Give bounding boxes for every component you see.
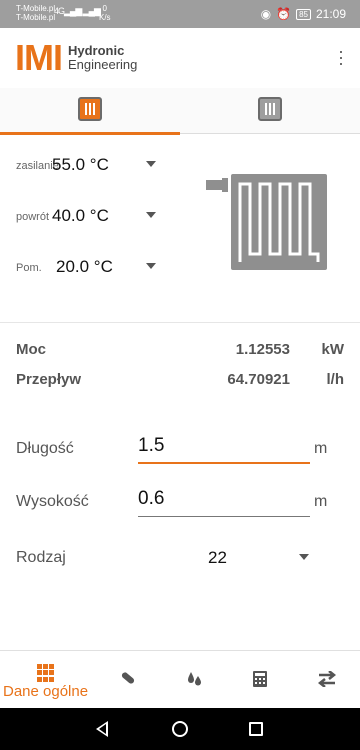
nav-swap[interactable] xyxy=(309,651,345,709)
carrier-2: T-Mobile.pl xyxy=(16,13,56,22)
status-bar: T-Mobile.pl T-Mobile.pl 4G▂▄▆ ▂▄▆ 0 K/s … xyxy=(0,0,360,28)
overflow-menu-icon[interactable]: · · · xyxy=(334,42,348,72)
return-label: powrót xyxy=(16,211,50,223)
type-value: 22 xyxy=(208,548,227,567)
nav-pipe[interactable] xyxy=(110,651,146,709)
type-select[interactable]: Rodzaj 22 xyxy=(16,541,346,577)
height-field: Wysokość 0.6 m xyxy=(16,483,346,523)
power-result: Moc 1.12553 kW xyxy=(16,338,346,362)
carrier-1: T-Mobile.pl xyxy=(16,4,56,13)
imi-logo: IMI Hydronic Engineering xyxy=(15,40,137,76)
network-type: 4G xyxy=(54,6,65,16)
room-temp-dropdown[interactable]: Pom. 20.0 °C xyxy=(16,253,166,283)
return-temp-dropdown[interactable]: powrót 40.0 °C xyxy=(16,202,166,232)
room-value: 20.0 °C xyxy=(56,257,113,276)
chevron-down-icon xyxy=(146,263,156,269)
battery-level: 85 xyxy=(299,9,308,19)
chevron-down-icon xyxy=(146,161,156,167)
radiator-type-tabs xyxy=(0,88,360,135)
radiator-valve-head xyxy=(222,178,228,192)
tab-vertical-radiator[interactable] xyxy=(180,88,360,134)
flow-value: 64.70921 xyxy=(227,371,290,388)
bottom-navigation: Dane ogólne xyxy=(0,650,360,708)
signal-icon: 4G▂▄▆ ▂▄▆ xyxy=(54,6,101,16)
supply-value: 55.0 °C xyxy=(52,155,109,174)
logo-line-2: Engineering xyxy=(68,57,138,72)
alarm-icon: ⏰ xyxy=(276,7,292,21)
chevron-down-icon xyxy=(146,212,156,218)
flow-label: Przepływ xyxy=(16,371,82,388)
radiator-valve xyxy=(206,180,222,190)
height-unit: m xyxy=(314,493,328,510)
logo-mark: IMI xyxy=(15,37,63,78)
power-label: Moc xyxy=(16,341,46,358)
nav-calculator[interactable] xyxy=(243,651,279,709)
vertical-radiator-icon xyxy=(258,97,282,121)
nav-drops[interactable] xyxy=(177,651,213,709)
network-speed: 0 K/s xyxy=(99,4,111,22)
system-navigation-bar xyxy=(0,708,360,750)
pipe-icon xyxy=(121,672,135,684)
flow-unit: l/h xyxy=(326,371,345,388)
power-unit: kW xyxy=(321,341,345,358)
carrier-names: T-Mobile.pl T-Mobile.pl xyxy=(16,4,55,22)
type-label: Rodzaj xyxy=(16,549,66,566)
section-divider xyxy=(0,322,360,323)
length-unit: m xyxy=(314,440,328,457)
drops-icon xyxy=(188,672,201,686)
app-header: IMI Hydronic Engineering · · · xyxy=(0,28,360,88)
flow-result: Przepływ 64.70921 l/h xyxy=(16,368,346,392)
radiator-illustration xyxy=(206,174,327,270)
height-label: Wysokość xyxy=(16,493,89,510)
swap-icon xyxy=(317,671,337,687)
calculator-icon xyxy=(253,671,267,687)
length-label: Długość xyxy=(16,440,74,457)
speed-value: 0 xyxy=(102,4,107,13)
panel-radiator-icon xyxy=(78,97,102,121)
clock: 21:09 xyxy=(315,7,346,21)
power-value: 1.12553 xyxy=(235,341,290,358)
home-icon[interactable] xyxy=(172,721,188,737)
status-right: ◉ ⏰ 85 21:09 xyxy=(261,7,346,21)
temperature-inputs: zasilanie 55.0 °C powrót 40.0 °C Pom. 20… xyxy=(0,134,360,322)
length-field: Długość 1.5 m xyxy=(16,430,346,470)
tab-panel-radiator[interactable] xyxy=(0,88,180,135)
eye-icon: ◉ xyxy=(260,7,272,21)
nav-general-data[interactable]: Dane ogólne xyxy=(0,651,96,709)
logo-line-1: Hydronic xyxy=(68,43,125,58)
recent-apps-icon[interactable] xyxy=(249,722,263,736)
speed-unit: K/s xyxy=(99,13,111,22)
back-icon[interactable] xyxy=(96,721,108,737)
battery-icon: 85 xyxy=(296,8,311,20)
length-input[interactable]: 1.5 xyxy=(138,432,310,464)
room-label: Pom. xyxy=(16,262,42,274)
logo-text: Hydronic Engineering xyxy=(68,44,137,72)
height-input[interactable]: 0.6 xyxy=(138,485,310,517)
grid-icon xyxy=(37,664,55,682)
chevron-down-icon xyxy=(299,554,309,560)
nav-general-label: Dane ogólne xyxy=(3,683,89,700)
supply-temp-dropdown[interactable]: zasilanie 55.0 °C xyxy=(16,151,166,181)
return-value: 40.0 °C xyxy=(52,206,109,225)
